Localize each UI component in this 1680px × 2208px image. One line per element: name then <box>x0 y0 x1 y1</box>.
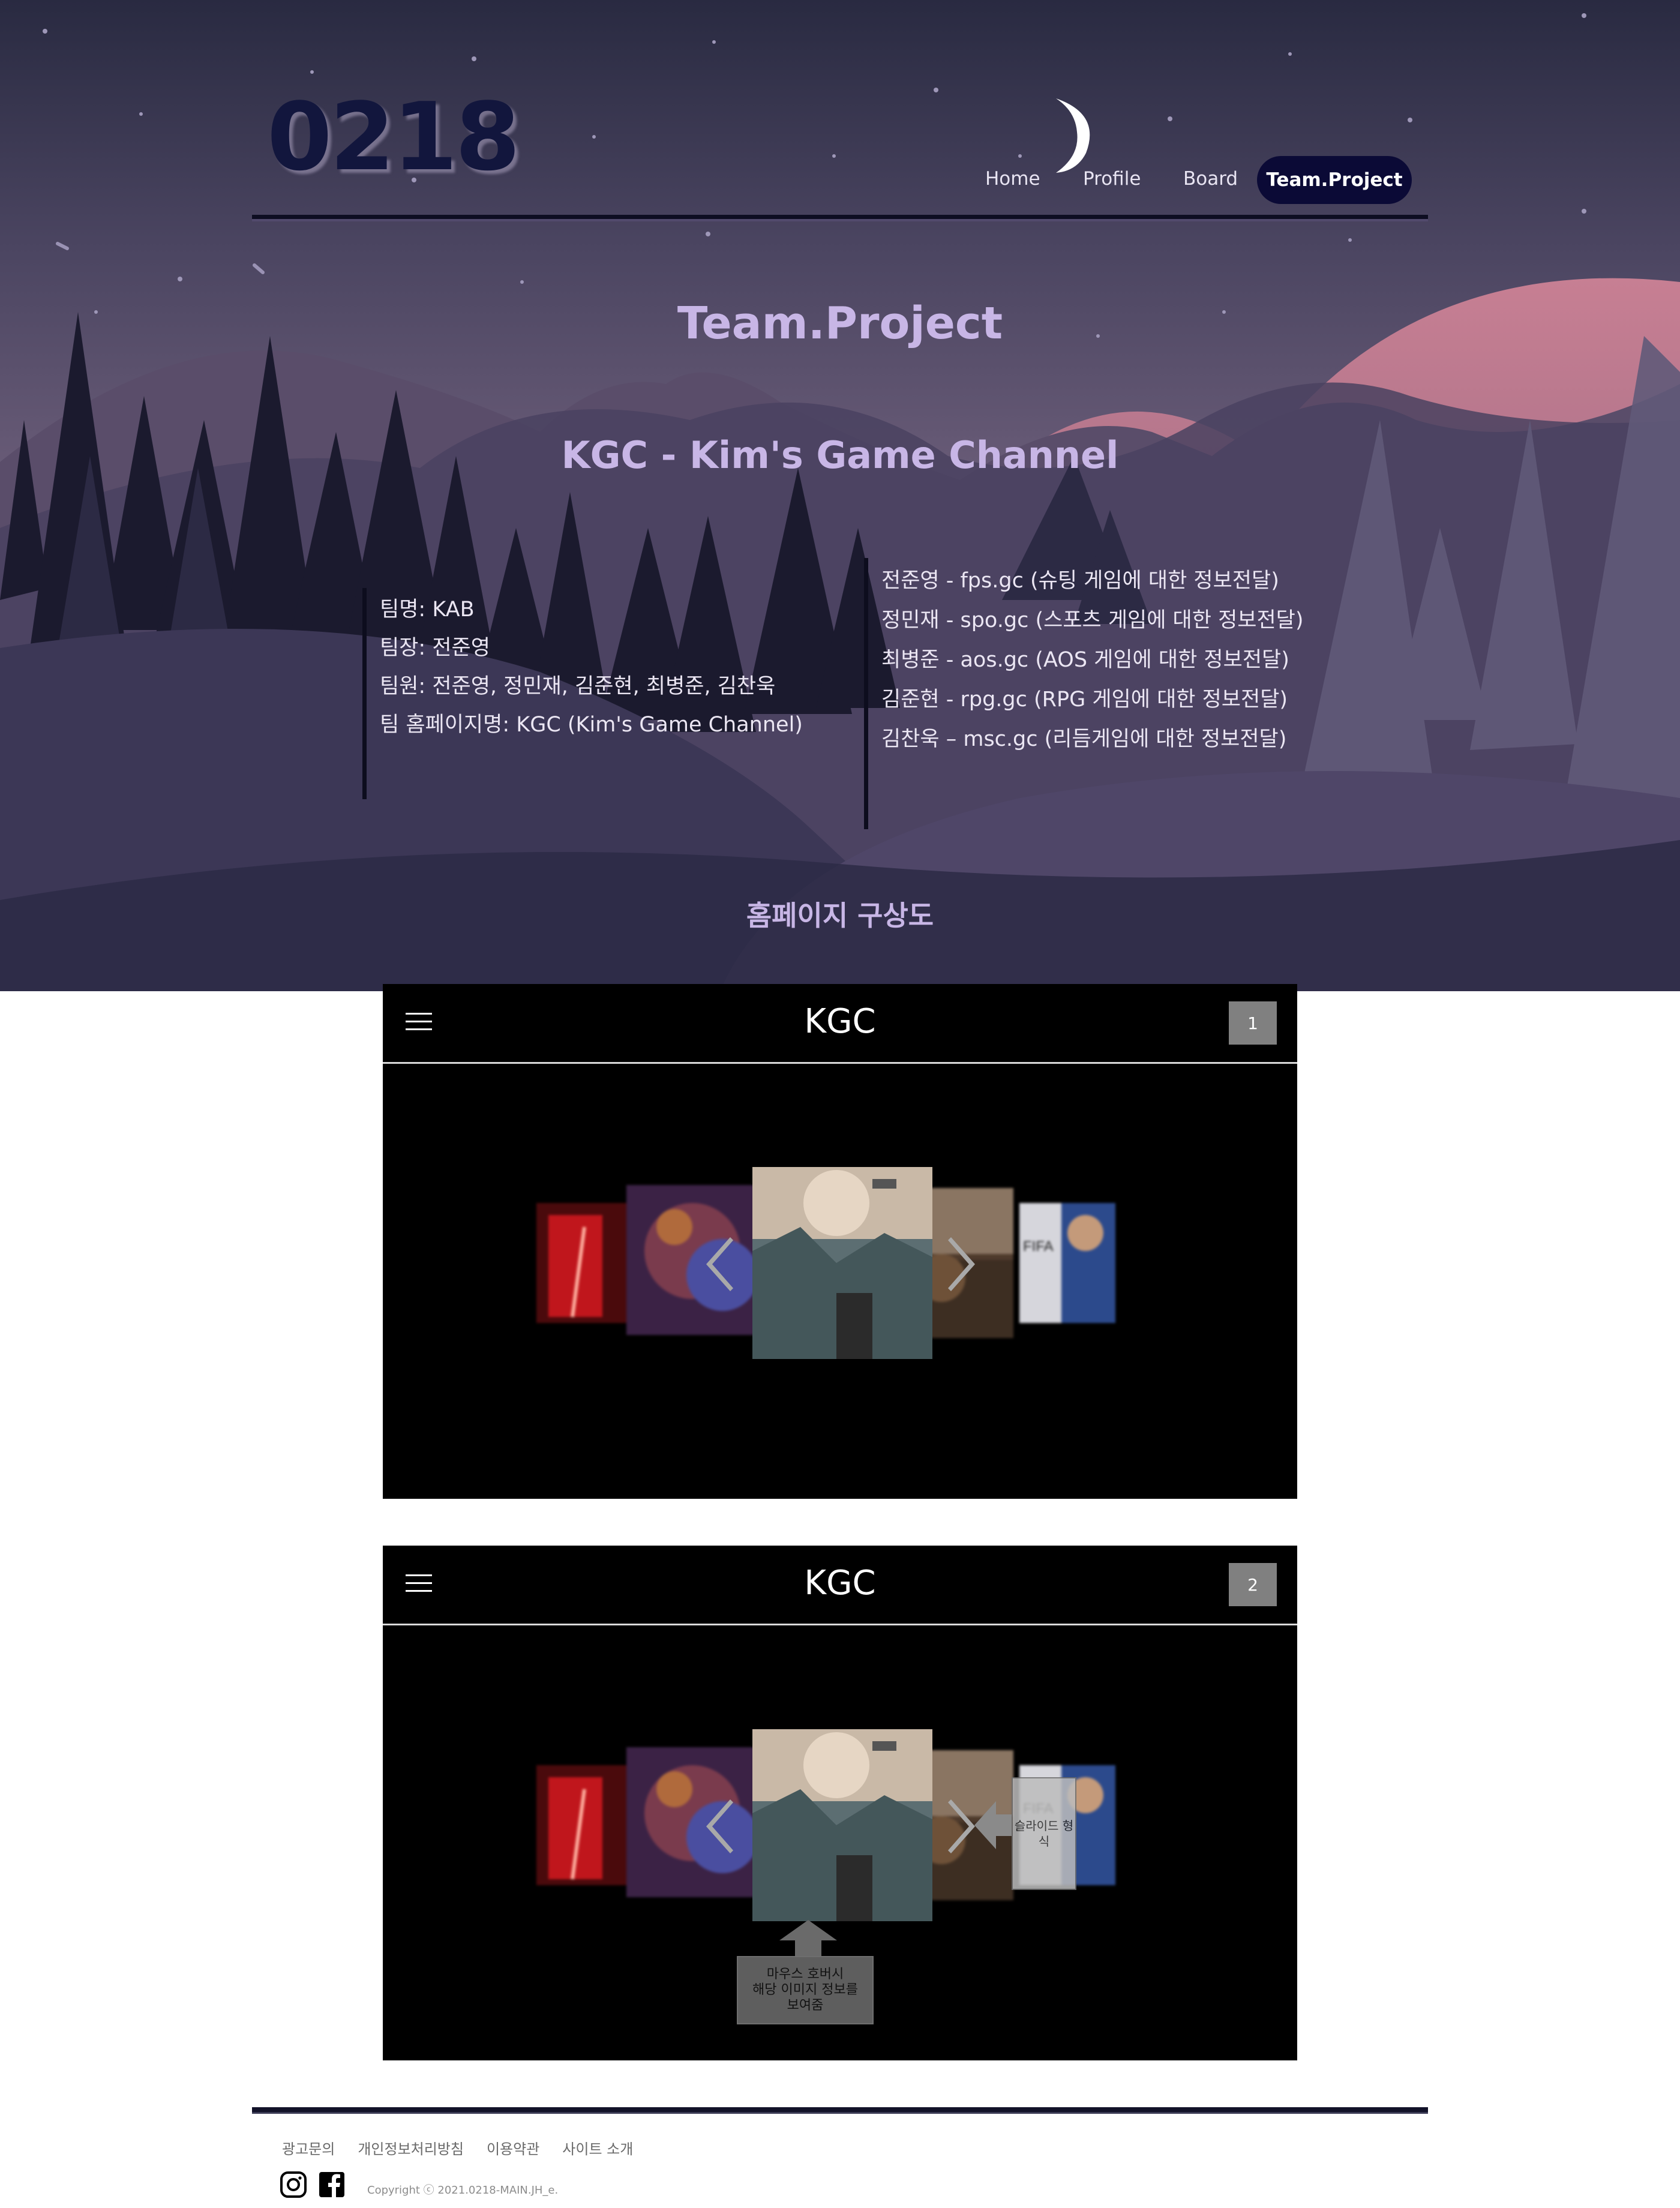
wireframe-heading: 홈페이지 구상도 <box>746 899 934 932</box>
footer-link-ad-inquiry[interactable]: 광고문의 <box>282 2137 335 2158</box>
mockup-title: KGC <box>804 1002 876 1041</box>
team-name: 팀명: KAB <box>380 598 475 622</box>
member-roles-list: 전준영 - fps.gc (슈팅 게임에 대한 정보전달) 정민재 - spo.… <box>864 558 1304 829</box>
slide-type-annotation: 슬라이드 형식 <box>1012 1777 1076 1890</box>
member-role: 김찬욱 – msc.gc (리듬게임에 대한 정보전달) <box>881 727 1287 751</box>
annotation-arrow-left-icon <box>974 1801 1012 1849</box>
mockup-header: KGC 1 <box>383 984 1297 1064</box>
site-logo[interactable]: 0218 <box>267 90 520 184</box>
slide-image-active[interactable] <box>752 1167 932 1359</box>
hover-info-line: 해당 이미지 정보를 <box>752 1982 858 1997</box>
nav-profile[interactable]: Profile <box>1083 168 1141 190</box>
footer-link-privacy[interactable]: 개인정보처리방침 <box>358 2137 464 2158</box>
mockup-number-badge: 2 <box>1229 1563 1277 1606</box>
team-homepage: 팀 홈페이지명: KGC (Kim's Game Channel) <box>380 713 803 737</box>
team-info-list: 팀명: KAB 팀장: 전준영 팀원: 전준영, 정민재, 김준현, 최병준, … <box>362 588 803 799</box>
wireframe-mockup-2: KGC 2 FIFA 슬라이드 형식 <box>383 1546 1297 2060</box>
svg-text:FIFA: FIFA <box>1023 1238 1054 1255</box>
mockup-title: KGC <box>804 1564 876 1603</box>
footer-links: 광고문의 개인정보처리방침 이용약관 사이트 소개 <box>282 2137 656 2158</box>
slide-image[interactable] <box>536 1765 632 1885</box>
page-title: Team.Project <box>677 298 1003 349</box>
member-role: 전준영 - fps.gc (슈팅 게임에 대한 정보전달) <box>881 569 1279 593</box>
mockup-number-badge: 1 <box>1229 1001 1277 1045</box>
slide-image[interactable] <box>626 1185 764 1335</box>
chevron-right-icon[interactable] <box>942 1234 984 1294</box>
member-role: 최병준 - aos.gc (AOS 게임에 대한 정보전달) <box>881 648 1289 672</box>
nav-team-project[interactable]: Team.Project <box>1257 156 1412 204</box>
hover-info-annotation: 마우스 호버시 해당 이미지 정보를 보여줌 <box>737 1956 874 2024</box>
instagram-icon[interactable] <box>280 2171 307 2198</box>
slide-image[interactable] <box>536 1203 632 1323</box>
mountain-background <box>0 0 1680 991</box>
nav-home[interactable]: Home <box>985 168 1040 190</box>
slide-image-active[interactable] <box>752 1729 932 1921</box>
hero-section: 0218 Home Profile Board Team.Project Tea… <box>0 0 1680 991</box>
image-slider[interactable]: FIFA <box>536 1167 1151 1365</box>
copyright-text: Copyright ⓒ 2021.0218-MAIN.JH_e. <box>367 2184 559 2197</box>
annotation-arrow-up-icon <box>779 1920 837 1956</box>
slide-image[interactable]: FIFA <box>1019 1203 1115 1323</box>
slide-image[interactable] <box>626 1747 764 1897</box>
footer-link-about[interactable]: 사이트 소개 <box>562 2137 633 2158</box>
team-leader: 팀장: 전준영 <box>380 636 490 660</box>
mockup-header: KGC 2 <box>383 1546 1297 1625</box>
wireframe-mockup-1: KGC 1 FIFA <box>383 984 1297 1499</box>
header-divider <box>252 215 1428 219</box>
team-members: 팀원: 전준영, 정민재, 김준현, 최병준, 김찬욱 <box>380 674 776 698</box>
footer-divider <box>252 2107 1428 2112</box>
hover-info-line: 마우스 호버시 <box>766 1967 844 1982</box>
project-subtitle: KGC - Kim's Game Channel <box>561 433 1119 477</box>
chevron-left-icon[interactable] <box>697 1234 739 1294</box>
hover-info-line: 보여줌 <box>787 1998 824 2013</box>
member-role: 김준현 - rpg.gc (RPG 게임에 대한 정보전달) <box>881 688 1288 712</box>
chevron-left-icon[interactable] <box>697 1796 739 1856</box>
moon-icon <box>1056 98 1090 173</box>
image-slider[interactable]: FIFA 슬라이드 형식 마우스 호버시 해당 이미지 정보를 보여줌 <box>536 1729 1151 2024</box>
nav-board[interactable]: Board <box>1183 168 1238 190</box>
footer-link-terms[interactable]: 이용약관 <box>487 2137 539 2158</box>
member-role: 정민재 - spo.gc (스포츠 게임에 대한 정보전달) <box>881 608 1304 632</box>
facebook-icon[interactable] <box>318 2171 346 2198</box>
